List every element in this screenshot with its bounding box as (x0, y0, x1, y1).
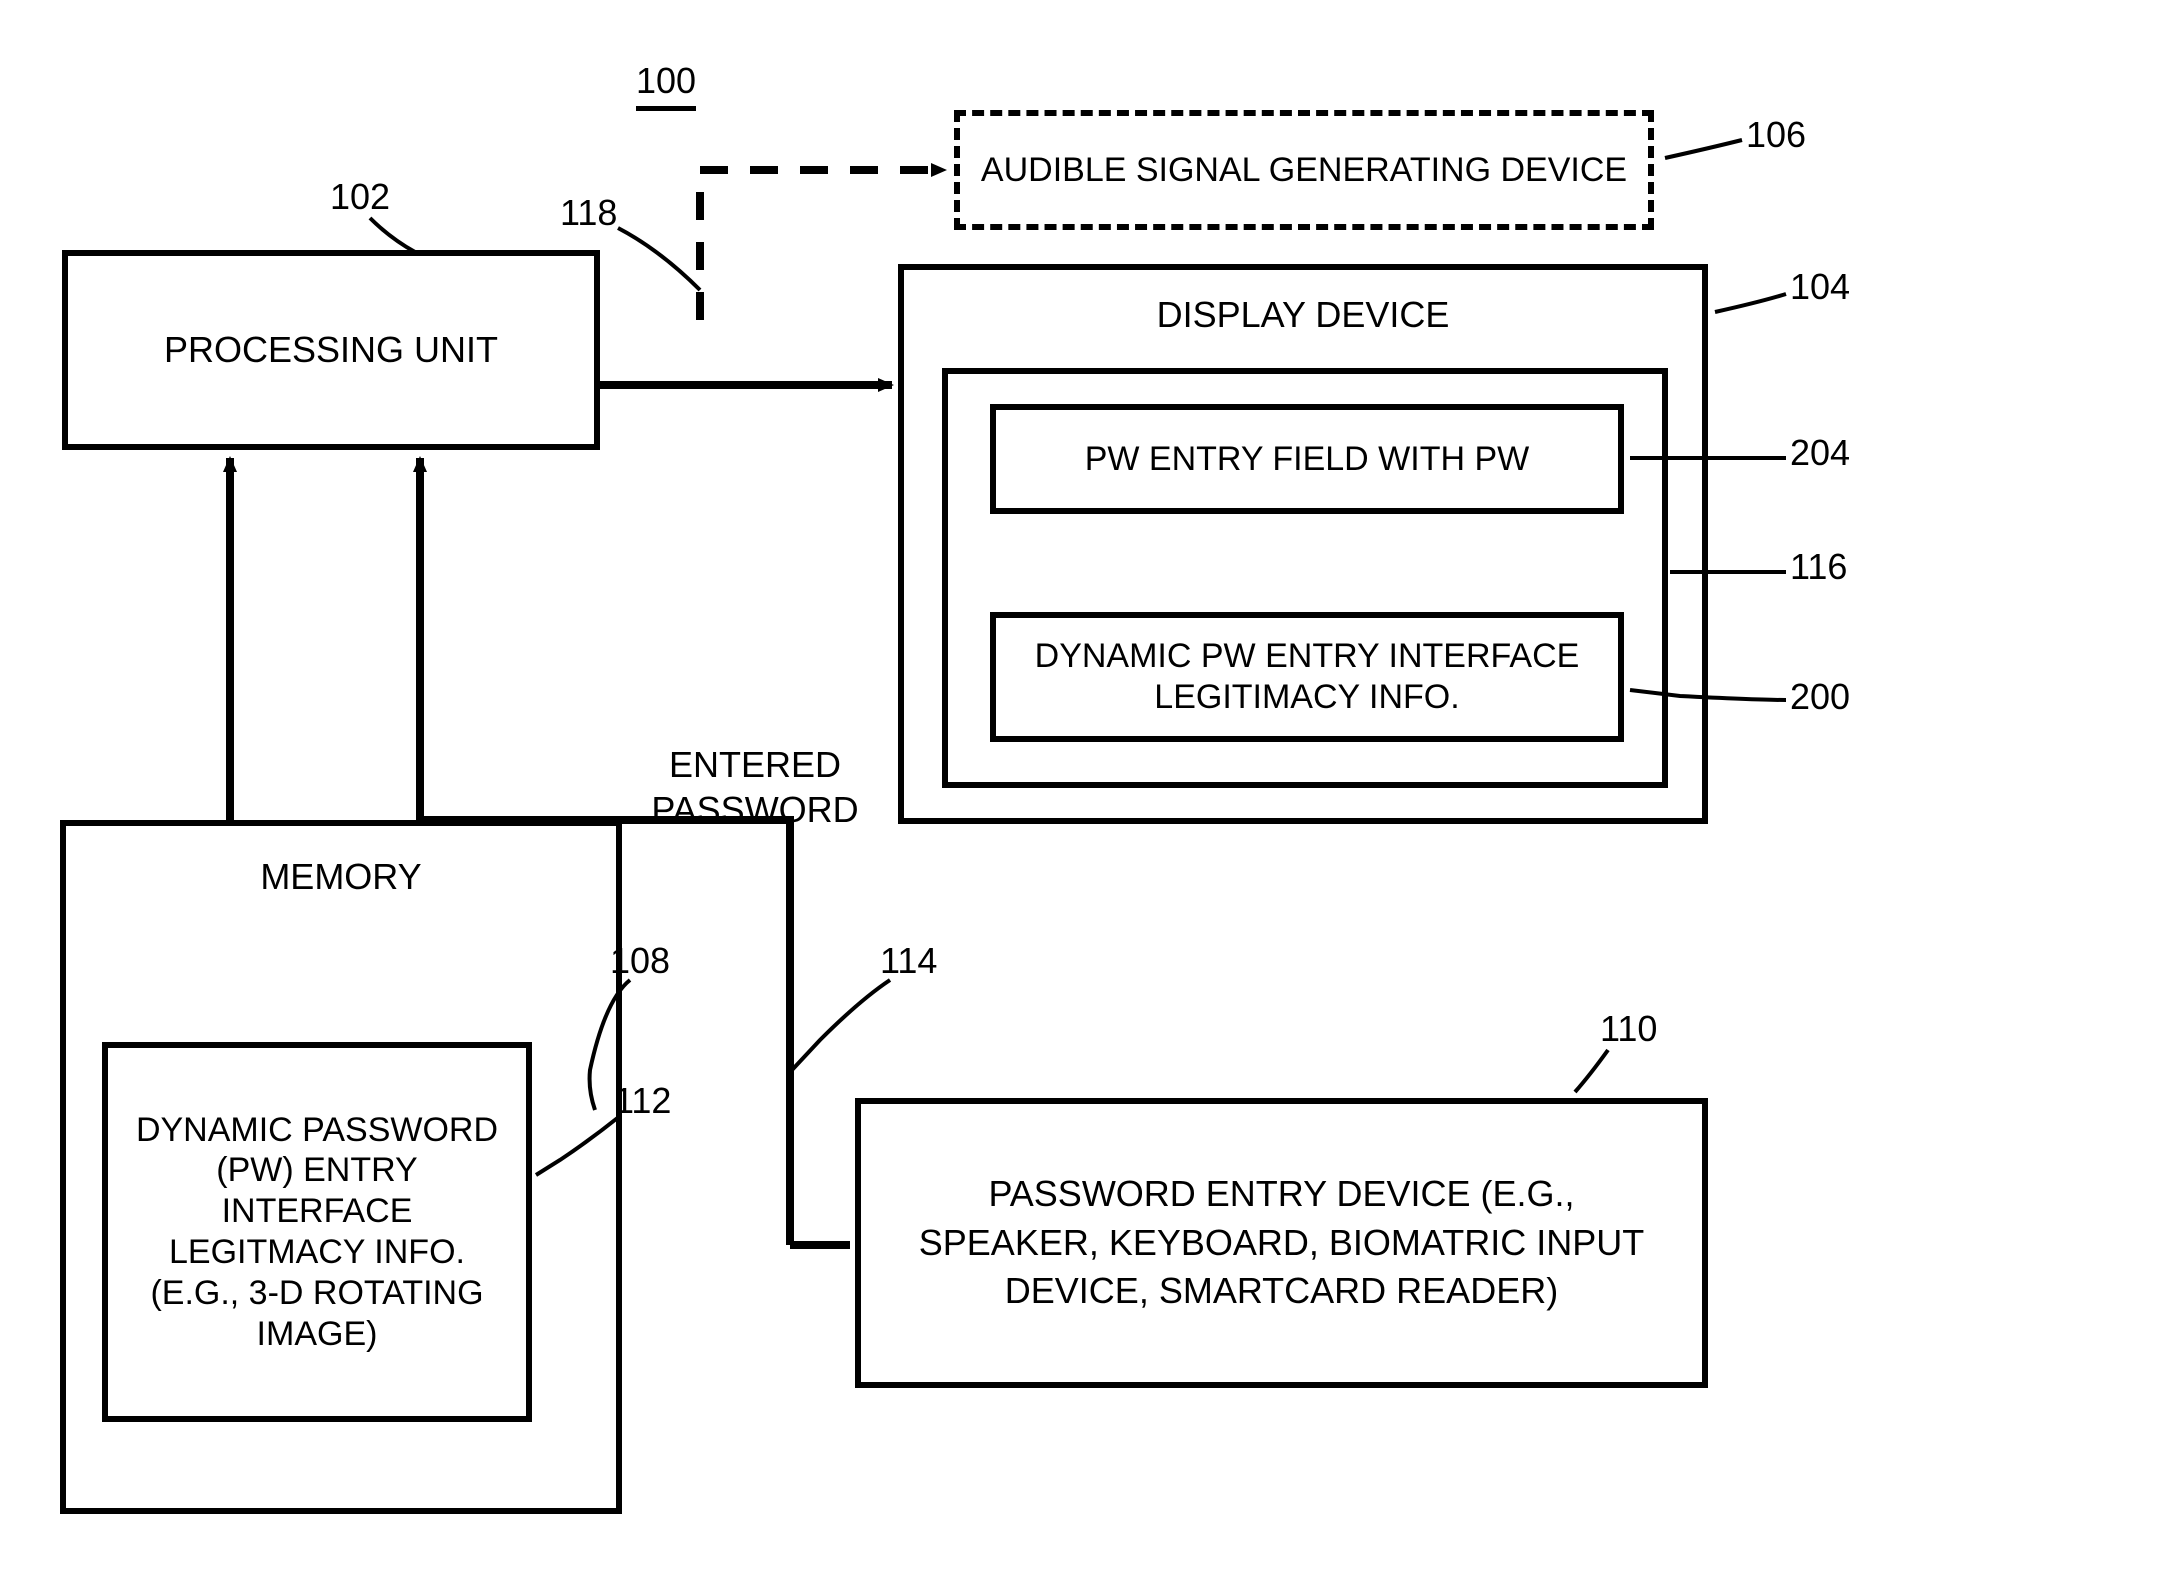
ref-100-underline (636, 106, 696, 111)
pw-legitimacy-box: DYNAMIC PW ENTRY INTERFACE LEGITIMACY IN… (990, 612, 1624, 742)
memory-label: MEMORY (260, 856, 421, 898)
processing-unit-label: PROCESSING UNIT (164, 329, 498, 371)
audible-label: AUDIBLE SIGNAL GENERATING DEVICE (981, 150, 1627, 191)
pw-legitimacy-label: DYNAMIC PW ENTRY INTERFACE LEGITIMACY IN… (1014, 636, 1600, 718)
display-device-label: DISPLAY DEVICE (1157, 294, 1450, 336)
ref-114: 114 (880, 940, 937, 982)
pw-field-box: PW ENTRY FIELD WITH PW (990, 404, 1624, 514)
password-entry-device-box: PASSWORD ENTRY DEVICE (E.G., SPEAKER, KE… (855, 1098, 1708, 1388)
ref-108: 108 (610, 940, 670, 982)
ref-112: 112 (614, 1080, 671, 1122)
password-entry-device-label: PASSWORD ENTRY DEVICE (E.G., SPEAKER, KE… (901, 1170, 1662, 1316)
pw-field-label: PW ENTRY FIELD WITH PW (1085, 439, 1530, 480)
audible-box: AUDIBLE SIGNAL GENERATING DEVICE (954, 110, 1654, 230)
entered-password-label: ENTERED PASSWORD (620, 742, 890, 832)
memory-inner-label: DYNAMIC PASSWORD (PW) ENTRY INTERFACE LE… (122, 1110, 512, 1355)
processing-unit-box: PROCESSING UNIT (62, 250, 600, 450)
memory-inner-box: DYNAMIC PASSWORD (PW) ENTRY INTERFACE LE… (102, 1042, 532, 1422)
ref-204: 204 (1790, 432, 1850, 474)
ref-106: 106 (1746, 114, 1806, 156)
ref-110: 110 (1600, 1008, 1657, 1050)
ref-104: 104 (1790, 266, 1850, 308)
ref-100: 100 (636, 60, 696, 102)
ref-118: 118 (560, 192, 617, 234)
ref-116: 116 (1790, 546, 1847, 588)
diagram-canvas: 100 PROCESSING UNIT MEMORY DYNAMIC PASSW… (0, 0, 2167, 1571)
ref-200: 200 (1790, 676, 1850, 718)
ref-102: 102 (330, 176, 390, 218)
